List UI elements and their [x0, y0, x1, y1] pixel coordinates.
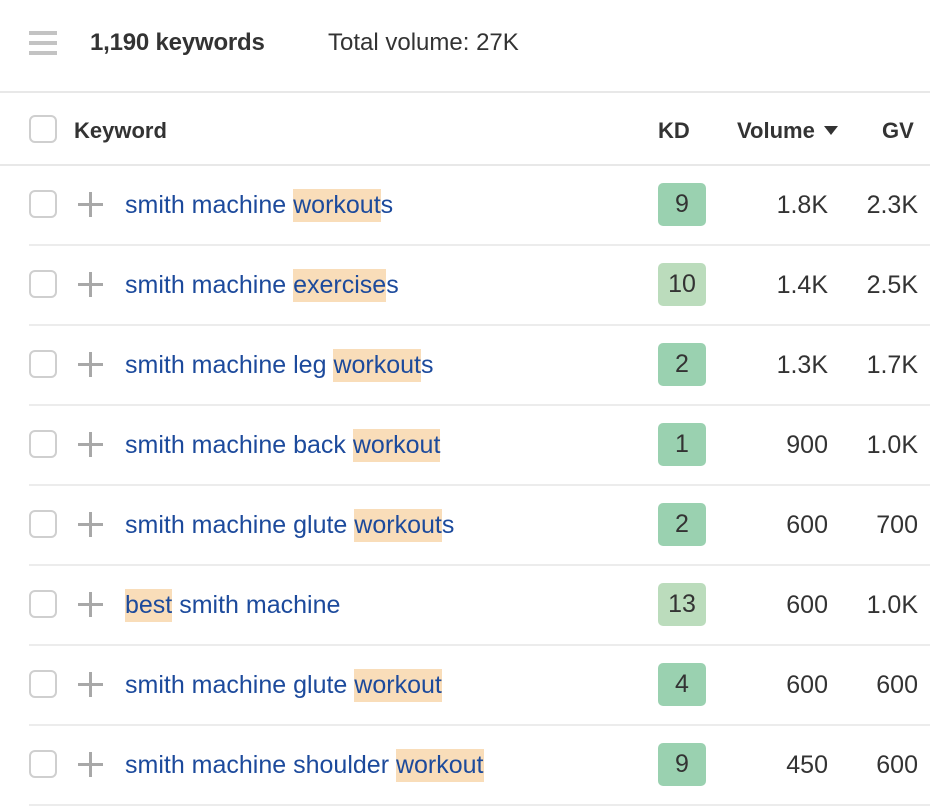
gv-value: 2.5K [866, 271, 918, 299]
keyword-text: smith machine [172, 591, 341, 619]
keyword-link[interactable]: smith machine workouts [125, 187, 393, 223]
keyword-highlight: exercise [293, 269, 387, 302]
kd-badge: 13 [658, 583, 706, 626]
keyword-highlight: workout [293, 189, 381, 222]
table-row: best smith machine 13 600 1.0K [0, 566, 930, 646]
add-to-list-plus-icon[interactable] [78, 352, 103, 377]
kd-badge: 2 [658, 503, 706, 546]
gv-value: 1.7K [866, 351, 918, 379]
volume-value: 1.4K [776, 271, 828, 299]
kd-badge: 4 [658, 663, 706, 706]
add-to-list-plus-icon[interactable] [78, 592, 103, 617]
table-header: Keyword KD Volume GV [0, 93, 930, 166]
keyword-text: s [420, 351, 434, 379]
menu-line [29, 51, 57, 55]
gv-value: 1.0K [866, 591, 918, 619]
table-row: smith machine leg workouts 2 1.3K 1.7K [0, 326, 930, 406]
total-volume: Total volume: 27K [328, 29, 519, 56]
keyword-link[interactable]: best smith machine [125, 587, 340, 623]
kd-badge: 9 [658, 743, 706, 786]
row-checkbox[interactable] [29, 510, 57, 538]
kd-badge: 1 [658, 423, 706, 466]
keyword-highlight: workout [395, 749, 484, 782]
volume-value: 450 [786, 751, 828, 779]
volume-value: 900 [786, 431, 828, 459]
keyword-text: smith machine back [125, 431, 353, 459]
volume-value: 1.3K [776, 351, 828, 379]
column-header-volume-label: Volume [737, 118, 815, 143]
row-checkbox[interactable] [29, 590, 57, 618]
volume-value: 600 [786, 671, 828, 699]
keyword-count: 1,190 keywords [90, 29, 265, 56]
menu-line [29, 41, 57, 45]
hamburger-menu-icon[interactable] [29, 31, 57, 55]
keyword-text: smith machine glute [125, 511, 355, 539]
keyword-link[interactable]: smith machine exercises [125, 267, 399, 303]
keyword-text: smith machine [125, 191, 294, 219]
add-to-list-plus-icon[interactable] [78, 512, 103, 537]
keyword-text: s [386, 271, 399, 299]
gv-value: 2.3K [866, 191, 918, 219]
keyword-highlight: workout [354, 509, 442, 542]
table-row: smith machine workouts 9 1.8K 2.3K [0, 166, 930, 246]
row-checkbox[interactable] [29, 190, 57, 218]
kd-badge: 10 [658, 263, 706, 306]
keyword-link[interactable]: smith machine glute workout [125, 667, 442, 703]
kd-badge: 9 [658, 183, 706, 226]
table-row: smith machine glute workouts 2 600 700 [0, 486, 930, 566]
keyword-link[interactable]: smith machine shoulder workout [125, 747, 484, 783]
column-header-volume[interactable]: Volume [737, 117, 838, 145]
volume-value: 1.8K [776, 191, 828, 219]
add-to-list-plus-icon[interactable] [78, 192, 103, 217]
keyword-text: smith machine shoulder [125, 751, 396, 779]
keyword-text: smith machine [125, 271, 294, 299]
keyword-text: smith machine glute [125, 671, 355, 699]
table-row: smith machine exercises 10 1.4K 2.5K [0, 246, 930, 326]
caret-down-icon[interactable] [823, 125, 838, 135]
kd-badge: 2 [658, 343, 706, 386]
row-checkbox[interactable] [29, 270, 57, 298]
keyword-text: s [380, 191, 394, 219]
keyword-highlight: workout [354, 669, 442, 702]
row-checkbox[interactable] [29, 750, 57, 778]
gv-value: 1.0K [866, 431, 918, 459]
table-row: smith machine back workout 1 900 1.0K [0, 406, 930, 486]
keyword-highlight: workout [333, 349, 421, 382]
add-to-list-plus-icon[interactable] [78, 432, 103, 457]
keyword-link[interactable]: smith machine leg workouts [125, 347, 433, 383]
row-checkbox[interactable] [29, 430, 57, 458]
gv-value: 600 [876, 751, 918, 779]
column-header-gv[interactable]: GV [882, 117, 914, 145]
volume-value: 600 [786, 511, 828, 539]
row-checkbox[interactable] [29, 670, 57, 698]
table-row: smith machine shoulder workout 9 450 600 [0, 726, 930, 806]
gv-value: 600 [876, 671, 918, 699]
add-to-list-plus-icon[interactable] [78, 672, 103, 697]
keyword-table-body: smith machine workouts 9 1.8K 2.3K smith… [0, 166, 930, 806]
column-header-kd[interactable]: KD [658, 117, 690, 145]
add-to-list-plus-icon[interactable] [78, 272, 103, 297]
keyword-text: smith machine leg [125, 351, 334, 379]
volume-value: 600 [786, 591, 828, 619]
keyword-link[interactable]: smith machine glute workouts [125, 507, 454, 543]
add-to-list-plus-icon[interactable] [78, 752, 103, 777]
table-row: smith machine glute workout 4 600 600 [0, 646, 930, 726]
results-summary-bar: 1,190 keywords Total volume: 27K [0, 0, 930, 93]
select-all-checkbox[interactable] [29, 115, 57, 143]
row-checkbox[interactable] [29, 350, 57, 378]
keyword-highlight: workout [352, 429, 441, 462]
keyword-text: s [441, 511, 455, 539]
keyword-highlight: best [125, 589, 173, 622]
keyword-link[interactable]: smith machine back workout [125, 427, 441, 463]
gv-value: 700 [876, 511, 918, 539]
column-header-keyword[interactable]: Keyword [74, 117, 167, 145]
menu-line [29, 31, 57, 35]
